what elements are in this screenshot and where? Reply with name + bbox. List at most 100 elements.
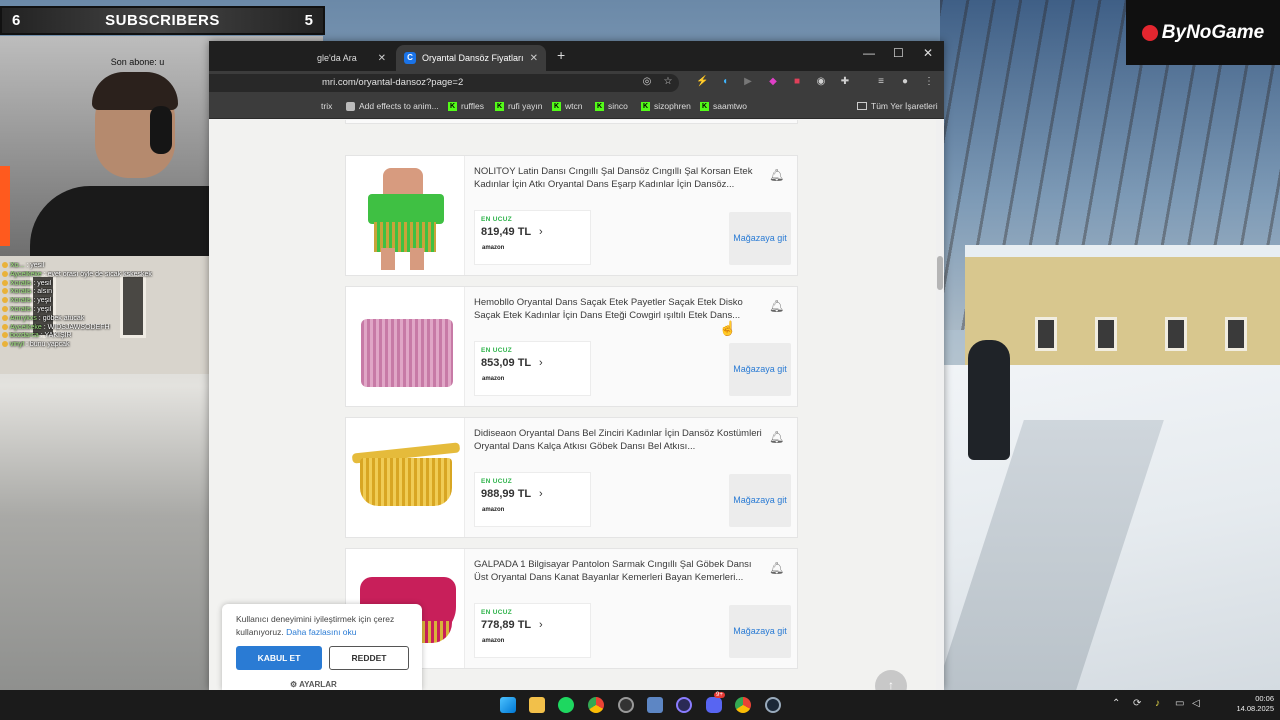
address-bar[interactable]: mri.com/oryantal-dansoz?page=2	[209, 74, 679, 92]
cookie-more-link[interactable]: Daha fazlasını oku	[286, 627, 356, 637]
chat-username: Xoralis	[10, 279, 32, 287]
reading-list-icon[interactable]: ≡	[875, 76, 887, 88]
network-icon[interactable]: ▭	[1175, 698, 1184, 709]
badge-icon	[2, 288, 8, 295]
background-person	[968, 340, 1010, 460]
extension-icon[interactable]: ◖	[719, 76, 731, 88]
go-to-store-button[interactable]: Mağazaya git	[729, 474, 791, 527]
product-card[interactable]: NOLITOY Latin Dansı Cıngıllı Şal Dansöz …	[345, 155, 798, 276]
product-card[interactable]: Hemobllo Oryantal Dans Saçak Etek Payetl…	[345, 286, 798, 407]
product-title[interactable]: Didiseaon Oryantal Dans Bel Zinciri Kadı…	[474, 427, 764, 453]
chat-username: Aycelkeke	[10, 323, 42, 331]
bookmarks-bar: Tüm Yer İşaretleri trix Add effects to an…	[209, 95, 944, 119]
menu-icon[interactable]: ⋮	[923, 76, 935, 88]
product-image[interactable]	[346, 287, 465, 406]
gear-icon: ⚙	[290, 680, 298, 689]
go-to-store-button[interactable]: Mağazaya git	[729, 605, 791, 658]
star-icon[interactable]: ☆	[662, 76, 674, 88]
product-card[interactable]: Didiseaon Oryantal Dans Bel Zinciri Kadı…	[345, 417, 798, 538]
bookmark-all[interactable]: Tüm Yer İşaretleri	[857, 101, 938, 111]
start-icon[interactable]	[500, 697, 516, 713]
chrome-icon[interactable]	[588, 697, 604, 713]
extension-icon[interactable]: ■	[791, 76, 803, 88]
new-tab-button[interactable]: +	[557, 47, 565, 63]
cookie-reject-button[interactable]: REDDET	[329, 646, 409, 670]
puzzle-icon[interactable]: ✚	[839, 76, 851, 88]
product-image[interactable]	[346, 418, 465, 537]
price-box[interactable]: EN UCUZ 778,89 TL › amazon	[474, 603, 591, 658]
chevron-right-icon: ›	[539, 488, 543, 500]
chat-username: bozdarca	[10, 332, 39, 340]
bell-icon[interactable]: 🔔︎	[769, 299, 784, 313]
scrollbar-thumb[interactable]	[937, 256, 943, 290]
product-image[interactable]	[346, 156, 465, 275]
bell-icon[interactable]: 🔔︎	[769, 168, 784, 182]
subscriber-count-goal: 5	[304, 12, 313, 29]
bookmark-item[interactable]: Kruffles	[448, 101, 484, 111]
app-icon[interactable]	[618, 697, 634, 713]
go-to-store-button[interactable]: Mağazaya git	[729, 212, 791, 265]
bookmark-item[interactable]: Ksaamtwo	[700, 101, 747, 111]
product-title[interactable]: Hemobllo Oryantal Dans Saçak Etek Payetl…	[474, 296, 764, 322]
webcam-heater	[0, 166, 10, 246]
avatar[interactable]: ●	[899, 76, 911, 88]
spotify-icon[interactable]	[558, 697, 574, 713]
bookmark-item[interactable]: Ksinco	[595, 101, 628, 111]
discord-icon[interactable]	[706, 697, 722, 713]
chevron-up-icon[interactable]: ⌃	[1112, 698, 1120, 709]
product-price: 988,99 TL	[481, 488, 532, 500]
close-icon[interactable]: ✕	[530, 53, 538, 64]
price-box[interactable]: EN UCUZ 988,99 TL › amazon	[474, 472, 591, 527]
tab-google[interactable]: gle'da Ara ✕	[309, 45, 394, 71]
scrollbar[interactable]	[936, 120, 944, 690]
close-icon[interactable]: ✕	[378, 53, 386, 64]
bookmark-label: rufi yayın	[508, 101, 543, 111]
minimize-icon[interactable]: —	[863, 46, 875, 60]
store-logo: amazon	[482, 638, 505, 644]
product-title[interactable]: GALPADA 1 Bilgisayar Pantolon Sarmak Cın…	[474, 558, 764, 584]
window-close-icon[interactable]: ✕	[923, 46, 933, 60]
bell-icon[interactable]: 🔔︎	[769, 561, 784, 575]
chat-message: Xoralis : yeşil	[2, 297, 207, 306]
extension-icon[interactable]: ⚡	[696, 76, 708, 88]
bookmark-item[interactable]: Ksizophren	[641, 101, 691, 111]
bookmark-item[interactable]: Add effects to anim...	[346, 101, 439, 111]
store-logo: amazon	[482, 507, 505, 513]
extension-icon[interactable]: ◉	[815, 76, 827, 88]
badge-icon	[2, 341, 8, 348]
hand-cursor-icon: ☝	[719, 320, 737, 336]
bell-icon[interactable]: 🔔︎	[769, 430, 784, 444]
bookmark-label: Tüm Yer İşaretleri	[871, 101, 938, 111]
product-title[interactable]: NOLITOY Latin Dansı Cıngıllı Şal Dansöz …	[474, 165, 764, 191]
bookmark-item[interactable]: Kwtcn	[552, 101, 582, 111]
extension-icon[interactable]: ▶	[742, 76, 754, 88]
extension-icon[interactable]: ◆	[767, 76, 779, 88]
volume-icon[interactable]: ◁	[1192, 698, 1200, 709]
tab-oryantal[interactable]: C Oryantal Dansöz Fiyatları - Sayf ✕	[396, 45, 546, 71]
bookmark-item[interactable]: trix	[321, 101, 332, 111]
cookie-accept-button[interactable]: KABUL ET	[236, 646, 322, 670]
cheapest-badge: EN UCUZ	[481, 609, 512, 616]
maximize-icon[interactable]: ☐	[893, 46, 904, 60]
obs-icon[interactable]	[676, 697, 692, 713]
microphone-icon[interactable]: ♪	[1155, 698, 1160, 709]
price-box[interactable]: EN UCUZ 853,09 TL › amazon	[474, 341, 591, 396]
product-card-partial	[345, 120, 798, 124]
store-logo: amazon	[482, 245, 505, 251]
badge-icon	[2, 297, 8, 304]
bookmark-item[interactable]: Krufi yayın	[495, 101, 543, 111]
sync-icon[interactable]: ⟳	[1133, 698, 1141, 709]
eye-off-icon[interactable]: ◎	[641, 76, 653, 88]
chat-message: bozdarca : YAKIŞIR	[2, 332, 207, 341]
cheapest-badge: EN UCUZ	[481, 347, 512, 354]
file-explorer-icon[interactable]	[529, 697, 545, 713]
app-icon[interactable]	[647, 697, 663, 713]
subscriber-count-current: 6	[12, 12, 21, 29]
clock[interactable]: 00:06 14.08.2025	[1218, 694, 1274, 714]
brand-mark-icon	[1141, 24, 1158, 41]
steam-icon[interactable]	[765, 697, 781, 713]
cookie-settings-button[interactable]: ⚙ AYARLAR	[290, 680, 337, 689]
go-to-store-button[interactable]: Mağazaya git	[729, 343, 791, 396]
price-box[interactable]: EN UCUZ 819,49 TL › amazon	[474, 210, 591, 265]
chrome-icon[interactable]	[735, 697, 751, 713]
